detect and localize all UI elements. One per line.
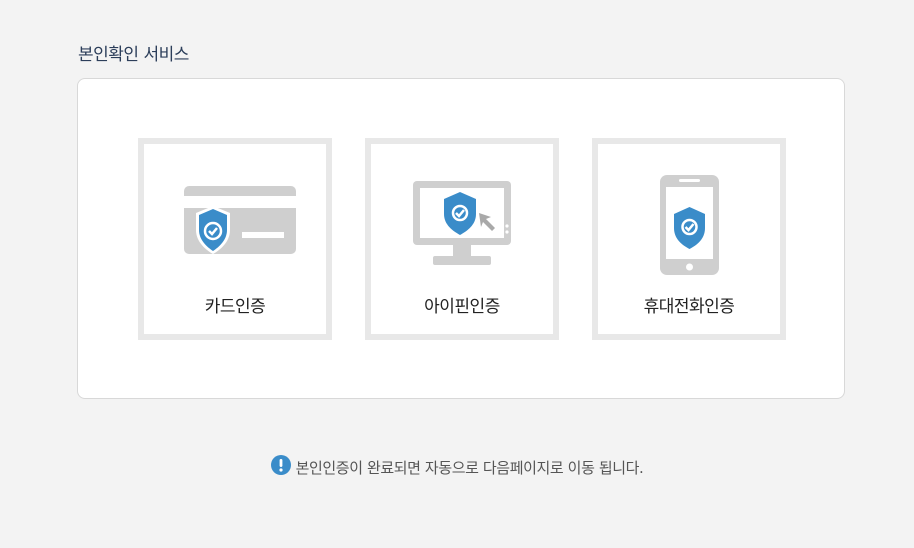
completion-notice: 본인인증이 완료되면 자동으로 다음페이지로 이동 됩니다. <box>0 455 914 479</box>
phone-verification-button[interactable]: 휴대전화인증 <box>592 138 786 340</box>
section-title: 본인확인 서비스 <box>78 45 189 65</box>
notice-text: 본인인증이 완료되면 자동으로 다음페이지로 이동 됩니다. <box>295 458 644 477</box>
exclamation-icon <box>270 455 291 479</box>
phone-verification-label: 휴대전화인증 <box>643 297 735 317</box>
card-shield-icon <box>144 174 326 274</box>
monitor-shield-icon <box>371 174 553 274</box>
ipin-verification-button[interactable]: 아이핀인증 <box>365 138 559 340</box>
card-verification-button[interactable]: 카드인증 <box>138 138 332 340</box>
identity-verification-page: 본인확인 서비스 카드인증 아이핀인증 휴대전화인증 본인인증이 완료되면 자동… <box>0 0 914 548</box>
ipin-verification-label: 아이핀인증 <box>424 297 500 317</box>
phone-shield-icon <box>598 174 780 275</box>
card-verification-label: 카드인증 <box>204 297 266 317</box>
verification-options-panel: 카드인증 아이핀인증 휴대전화인증 <box>77 78 845 399</box>
